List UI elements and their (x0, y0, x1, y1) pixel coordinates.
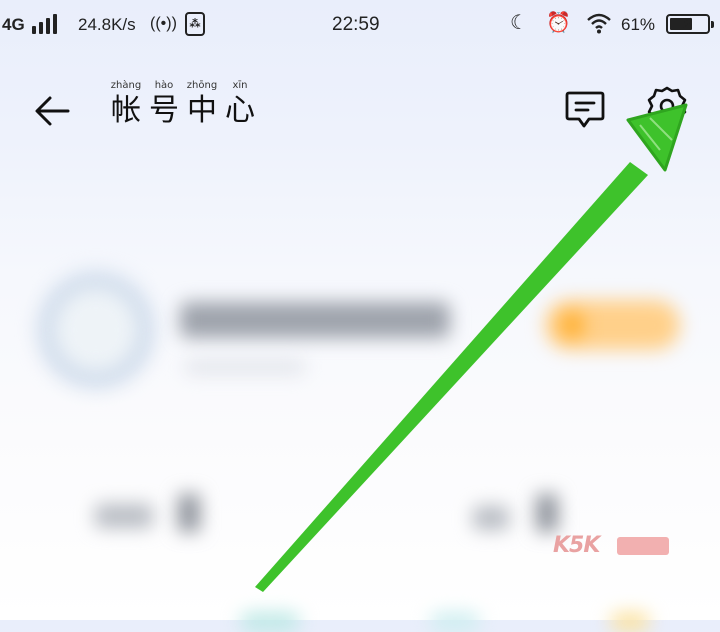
bottom-item-blurred (240, 612, 300, 632)
nickname-blurred (180, 302, 450, 338)
network-speed: 24.8K/s (78, 15, 136, 34)
bottom-item-blurred (430, 612, 480, 632)
title-char: zhàng 帐 (110, 80, 142, 128)
page-title: zhàng 帐 hào 号 zhōng 中 xīn 心 (110, 80, 256, 128)
title-char: hào 号 (149, 80, 179, 128)
stat-label-blurred (473, 506, 509, 530)
status-bar: 4G 24.8K/s ((•)) ⁂ 22:59 ☾ ⏰ 61% ⚡ (0, 0, 720, 52)
back-arrow-icon[interactable] (30, 86, 80, 136)
nav-bar: zhàng 帐 hào 号 zhōng 中 xīn 心 (0, 70, 720, 150)
stat-value-blurred (178, 494, 200, 532)
watermark-badge (617, 537, 669, 555)
title-char: zhōng 中 (186, 80, 218, 128)
watermark-text: K5K (553, 533, 600, 558)
hotspot-icon: ((•)) (150, 15, 177, 32)
stat-value-blurred (536, 494, 558, 532)
alarm-icon: ⏰ (546, 12, 571, 34)
battery-percent: 61% (621, 15, 656, 34)
hd-badge-icon: ⁂ (185, 12, 205, 36)
signal-bars-icon (32, 14, 62, 34)
network-type: 4G (2, 15, 25, 34)
wifi-icon (587, 13, 611, 34)
vip-badge-icon (560, 312, 584, 338)
watermark-logo: K5K (553, 533, 673, 563)
gear-icon[interactable] (645, 84, 689, 128)
account-id-blurred (185, 360, 305, 374)
moon-icon: ☾ (510, 12, 528, 34)
bottom-item-blurred (610, 612, 650, 632)
title-char: xīn 心 (225, 80, 255, 128)
status-time: 22:59 (332, 14, 380, 35)
stat-label-blurred (95, 504, 153, 528)
message-icon[interactable] (564, 88, 606, 132)
battery-charging-icon: ⚡ (666, 14, 714, 34)
avatar-image (56, 290, 136, 370)
